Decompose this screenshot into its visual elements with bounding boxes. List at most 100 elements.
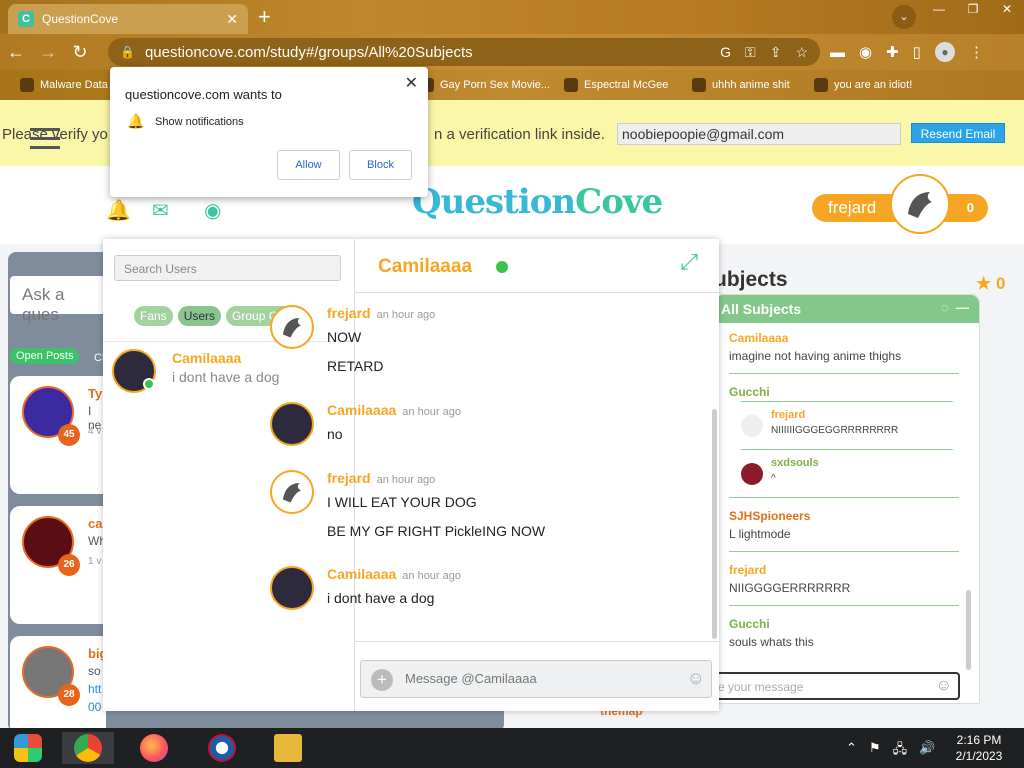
expand-icon[interactable]: ⤢: [680, 249, 698, 275]
resend-email-button[interactable]: Resend Email: [911, 123, 1005, 143]
chat-scrollbar[interactable]: [712, 409, 717, 639]
compose-placeholder: Message @Camilaaaa: [405, 671, 537, 686]
forward-icon[interactable]: →: [32, 42, 64, 63]
taskbar-firefox[interactable]: [128, 732, 180, 764]
avatar: [270, 470, 314, 514]
post-meta: 4 v: [88, 426, 102, 437]
reload-icon[interactable]: ↻: [64, 42, 96, 63]
subjects-chat-panel: All Subjects ◌ — Camilaaaa imagine not h…: [714, 294, 980, 704]
email-field[interactable]: noobiepoopie@gmail.com: [617, 123, 901, 145]
block-button[interactable]: Block: [349, 150, 412, 180]
url-text[interactable]: questioncove.com/study#/groups/All%20Sub…: [145, 44, 720, 61]
divider: [741, 401, 953, 402]
divider: [729, 605, 959, 606]
bookmark-item[interactable]: Gay Porn Sex Movie...: [420, 78, 550, 92]
post-author[interactable]: Ty: [88, 386, 102, 401]
system-tray: ⌃ ⚑ 🖧 🔊: [846, 740, 935, 762]
close-window-button[interactable]: ✕: [990, 0, 1024, 20]
site-logo[interactable]: QuestionCove: [412, 182, 663, 222]
add-attachment-icon[interactable]: +: [371, 669, 393, 691]
allow-button[interactable]: Allow: [277, 150, 340, 180]
restore-button[interactable]: ❐: [956, 0, 990, 20]
subjects-scrollbar[interactable]: [966, 590, 971, 670]
bookmark-item[interactable]: Espectral McGee: [564, 78, 668, 92]
search-users-input[interactable]: Search Users: [114, 255, 341, 281]
divider: [729, 373, 959, 374]
bookmark-star-icon[interactable]: ☆: [795, 44, 808, 61]
message-compose-input[interactable]: + Message @Camilaaaa ☺: [360, 660, 712, 698]
level-badge: 26: [58, 554, 80, 576]
key-icon[interactable]: ⚿: [745, 44, 756, 61]
message-author[interactable]: Camilaaaa an hour ago: [327, 566, 461, 582]
message-author[interactable]: frejard an hour ago: [327, 470, 435, 486]
menu-dots-icon[interactable]: ⋮: [969, 43, 984, 61]
open-posts-tab[interactable]: Open Posts: [10, 348, 80, 364]
browser-tab[interactable]: C QuestionCove ✕: [8, 4, 248, 34]
address-bar[interactable]: 🔒 questioncove.com/study#/groups/All%20S…: [108, 38, 820, 66]
post-card[interactable]: 28 big so htt 00: [10, 636, 108, 728]
post-link[interactable]: 00: [88, 700, 101, 714]
side-panel-icon[interactable]: ▯: [913, 43, 921, 61]
mail-icon[interactable]: ✉: [152, 198, 169, 223]
subject-message-input[interactable]: e your message ☺: [702, 672, 960, 700]
tab-search-icon[interactable]: ⌄: [892, 5, 916, 29]
message-text: NOW: [327, 329, 362, 345]
bookmark-item[interactable]: uhhh anime shit: [692, 78, 790, 92]
profile-icon[interactable]: ◉: [204, 198, 221, 223]
extensions-puzzle-icon[interactable]: ✚: [886, 43, 899, 61]
system-clock[interactable]: 2:16 PM 2/1/2023: [950, 732, 1008, 764]
hamburger-menu-icon[interactable]: [30, 128, 60, 155]
google-icon[interactable]: G: [720, 44, 731, 61]
bell-icon[interactable]: 🔔: [106, 198, 131, 223]
smiley-icon[interactable]: ☺: [687, 668, 705, 689]
show-hidden-icons-icon[interactable]: ⌃: [846, 740, 857, 762]
contact-last-message: i dont have a dog: [172, 369, 280, 385]
message-text: RETARD: [327, 358, 384, 374]
profile-avatar-icon[interactable]: ●: [934, 42, 955, 62]
ask-question-input[interactable]: Ask a ques: [10, 276, 110, 324]
taskbar-file-explorer[interactable]: [262, 732, 314, 764]
subject-message: Gucchi souls whats this: [729, 617, 814, 649]
close-icon[interactable]: ✕: [405, 73, 418, 93]
user-avatar[interactable]: [890, 174, 950, 234]
new-tab-button[interactable]: +: [258, 6, 271, 28]
start-button[interactable]: [2, 732, 54, 764]
contact-name: Camilaaaa: [172, 350, 242, 366]
firefox-icon: [140, 734, 168, 762]
chat-message: Camilaaaa an hour ago i dont have a dog: [270, 566, 590, 612]
post-card[interactable]: 45 Ty I ne 4 v: [10, 376, 106, 494]
lock-icon[interactable]: 🔒: [120, 45, 135, 59]
message-author[interactable]: frejard an hour ago: [327, 305, 435, 321]
taskbar-chrome[interactable]: [62, 732, 114, 764]
subject-message: SJHSpioneers L lightmode: [729, 509, 811, 541]
chat-message: frejard an hour ago I WILL EAT YOUR DOG B…: [270, 470, 590, 540]
smiley-icon[interactable]: ☺: [936, 677, 952, 695]
avatar: [270, 305, 314, 349]
bookmark-item[interactable]: you are an idiot!: [814, 78, 912, 92]
message-time: an hour ago: [402, 406, 461, 418]
post-author[interactable]: ca: [88, 516, 102, 531]
volume-icon[interactable]: 🔊: [919, 740, 935, 762]
taskbar-campaign-app[interactable]: [196, 732, 248, 764]
minimize-icon[interactable]: —: [956, 300, 969, 315]
avatar: [270, 402, 314, 446]
flag-extension-icon[interactable]: ▬: [830, 44, 845, 61]
message-author[interactable]: Camilaaaa an hour ago: [327, 402, 461, 418]
hide-icon[interactable]: ◌: [941, 300, 949, 315]
tab-close-icon[interactable]: ✕: [226, 11, 238, 28]
minimize-button[interactable]: —: [922, 0, 956, 20]
profile-extension-icon[interactable]: ◉: [859, 43, 872, 61]
post-text: so: [88, 664, 101, 678]
chat-partner-name[interactable]: Camilaaaa: [378, 256, 472, 278]
share-icon[interactable]: ⇪: [770, 44, 782, 61]
flag-icon[interactable]: ⚑: [869, 740, 881, 762]
back-icon[interactable]: ←: [0, 42, 32, 63]
network-icon[interactable]: 🖧: [893, 740, 908, 762]
post-card[interactable]: 26 ca Wh 1 v: [10, 506, 106, 624]
bookmark-item[interactable]: Malware Data: [20, 78, 108, 92]
divider: [729, 497, 959, 498]
tab-users[interactable]: Users: [177, 306, 222, 326]
post-link[interactable]: htt: [88, 682, 101, 696]
message-time: an hour ago: [376, 474, 436, 486]
tab-fans[interactable]: Fans: [134, 306, 173, 326]
